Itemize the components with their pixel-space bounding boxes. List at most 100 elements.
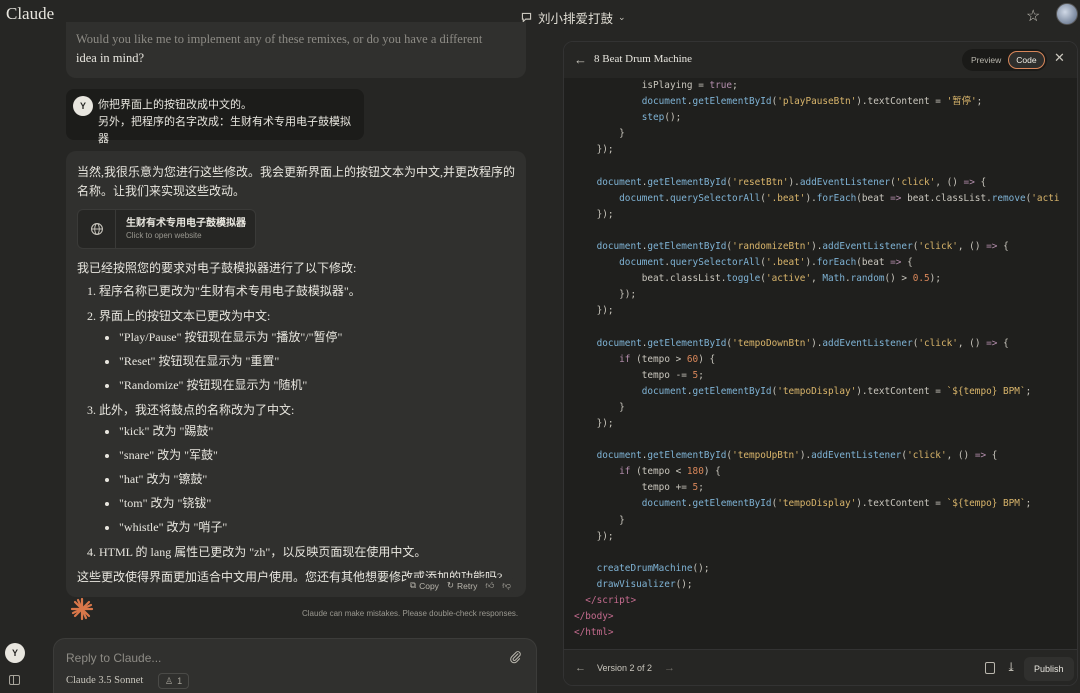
assistant-intro: 当然,我很乐意为您进行这些修改。我会更新界面上的按钮文本为中文,并更改程序的名称… xyxy=(77,165,516,198)
code-line: </script> xyxy=(585,595,637,606)
code-line: document.getElementById('tempoDisplay').… xyxy=(641,385,1032,397)
artifact-title: 生财有术专用电子鼓模拟器 xyxy=(126,218,246,229)
user-message-line: 你把界面上的按钮改成中文的。 xyxy=(98,99,252,111)
artifact-header: ← 8 Beat Drum Machine Preview Code ✕ xyxy=(564,42,1077,78)
globe-icon xyxy=(78,210,116,248)
disclaimer-text: Claude can make mistakes. Please double-… xyxy=(302,609,519,618)
code-line: </body> xyxy=(574,611,614,623)
composer: Reply to Claude... Claude 3.5 Sonnet ♙ 1 xyxy=(53,638,537,693)
code-line: document.querySelectorAll('.beat').forEa… xyxy=(619,257,913,269)
assistant-message: 当然,我很乐意为您进行这些修改。我会更新界面上的按钮文本为中文,并更改程序的名称… xyxy=(66,151,526,597)
list-item: 界面上的按钮文本已更改为中文: "Play/Pause" 按钮现在显示为 "播放… xyxy=(99,307,515,395)
version-label: Version 2 of 2 xyxy=(597,663,653,673)
chat-title-text: 刘小排爱打鼓 xyxy=(538,12,614,26)
list-item: 程序名称已更改为"生财有术专用电子鼓模拟器"。 xyxy=(99,282,515,301)
list-item-text: 界面上的按钮文本已更改为中文: xyxy=(99,309,271,323)
sub-list-item: "whistle" 改为 "哨子" xyxy=(119,518,515,537)
back-arrow-icon[interactable]: ← xyxy=(574,52,587,68)
retry-icon: ↻ xyxy=(446,580,455,590)
code-line: drawVisualizer(); xyxy=(596,578,693,590)
message-text: idea in mind? xyxy=(76,51,145,65)
code-line: }); xyxy=(574,530,614,542)
model-selector[interactable]: Claude 3.5 Sonnet xyxy=(66,675,143,686)
code-line: document.querySelectorAll('.beat').forEa… xyxy=(619,192,1060,204)
tab-code[interactable]: Code xyxy=(1008,51,1045,69)
code-line: document.getElementById('tempoDownBtn').… xyxy=(596,337,1009,349)
code-line: }); xyxy=(574,289,637,301)
thumbs-down-icon[interactable]: 👎︎ xyxy=(502,580,511,591)
claude-spark-icon xyxy=(70,597,94,621)
style-badge[interactable]: ♙ 1 xyxy=(158,673,190,689)
artifact-footer: ← Version 2 of 2 → ⤓ Publish xyxy=(564,649,1077,685)
code-line: document.getElementById('tempoUpBtn').ad… xyxy=(596,450,998,462)
list-item: HTML 的 lang 属性已更改为 "zh"，以反映页面现在使用中文。 xyxy=(99,543,515,562)
sub-list-item: "kick" 改为 "踢鼓" xyxy=(119,422,515,441)
thumbs-up-icon[interactable]: 👍︎ xyxy=(485,580,494,591)
copy-label: Copy xyxy=(419,580,439,591)
code-line: tempo += 5; xyxy=(574,482,704,494)
code-line: isPlaying = true; xyxy=(641,80,738,91)
sub-list-item: "tom" 改为 "铙钹" xyxy=(119,494,515,513)
code-line: document.getElementById('playPauseBtn').… xyxy=(641,96,983,108)
user-avatar: Y xyxy=(73,96,93,116)
reply-input[interactable]: Reply to Claude... xyxy=(66,651,161,665)
change-list: 程序名称已更改为"生财有术专用电子鼓模拟器"。 界面上的按钮文本已更改为中文: … xyxy=(77,282,515,562)
code-line: }); xyxy=(574,144,614,156)
code-line: }); xyxy=(574,417,614,429)
next-version-arrow-icon[interactable]: → xyxy=(664,662,675,674)
code-line: } xyxy=(574,514,625,526)
code-line: document.getElementById('randomizeBtn').… xyxy=(596,240,1009,252)
copy-button[interactable]: ⧉ Copy xyxy=(410,580,439,591)
code-line: }); xyxy=(574,208,614,220)
artifact-card[interactable]: 生财有术专用电子鼓模拟器 Click to open website xyxy=(77,209,256,249)
close-icon[interactable]: ✕ xyxy=(1054,50,1065,66)
previous-version-arrow-icon[interactable]: ← xyxy=(575,662,586,674)
user-message: Y 你把界面上的按钮改成中文的。 另外，把程序的名字改成：生财有术专用电子鼓模拟… xyxy=(66,89,364,145)
user-message-line: 另外，把程序的名字改成：生财有术专用电子鼓模拟器 xyxy=(98,116,351,145)
artifact-panel-title: 8 Beat Drum Machine xyxy=(594,53,693,65)
sidebar-avatar[interactable]: Y xyxy=(5,643,25,663)
code-line: beat.classList.toggle('active', Math.ran… xyxy=(574,273,941,285)
sidebar-toggle-icon[interactable] xyxy=(9,675,20,685)
publish-button[interactable]: Publish xyxy=(1024,657,1074,681)
chat-title-dropdown[interactable]: 刘小排爱打鼓 ⌄ xyxy=(520,8,626,27)
list-item-text: 程序名称已更改为"生财有术专用电子鼓模拟器"。 xyxy=(99,284,361,298)
download-icon[interactable]: ⤓ xyxy=(1006,660,1016,675)
list-item-text: 此外，我还将鼓点的名称改为了中文: xyxy=(99,403,295,417)
artifact-subtitle: Click to open website xyxy=(126,231,202,240)
code-line: } xyxy=(574,401,625,413)
sub-list-item: "hat" 改为 "镲鼓" xyxy=(119,470,515,489)
list-item-text: HTML 的 lang 属性已更改为 "zh"，以反映页面现在使用中文。 xyxy=(99,545,427,559)
view-toggle: Preview Code xyxy=(962,49,1047,71)
sub-list-item: "Randomize" 按钮现在显示为 "随机" xyxy=(119,376,515,395)
sub-list-item: "snare" 改为 "军鼓" xyxy=(119,446,515,465)
user-avatar[interactable] xyxy=(1056,3,1078,25)
code-line: if (tempo > 60) { xyxy=(619,353,716,365)
sub-list-item: "Play/Pause" 按钮现在显示为 "播放"/"暂停" xyxy=(119,328,515,347)
list-item: 此外，我还将鼓点的名称改为了中文: "kick" 改为 "踢鼓" "snare"… xyxy=(99,401,515,537)
badge-count: 1 xyxy=(177,676,183,686)
retry-button[interactable]: ↻ Retry xyxy=(447,580,477,591)
assistant-summary: 我已经按照您的要求对电子鼓模拟器进行了以下修改: xyxy=(77,261,357,275)
code-line: step(); xyxy=(641,112,682,124)
star-icon[interactable]: ☆ xyxy=(1026,6,1040,26)
copy-code-icon[interactable] xyxy=(985,662,995,674)
code-line: }); xyxy=(574,305,614,317)
message-text: Would you like me to implement any of th… xyxy=(76,32,483,46)
app-brand[interactable]: Claude xyxy=(6,4,54,24)
artifact-panel: ← 8 Beat Drum Machine Preview Code ✕ isP… xyxy=(563,41,1078,686)
code-line: } xyxy=(574,128,625,140)
code-line: </html> xyxy=(574,627,614,639)
code-line: if (tempo < 180) { xyxy=(619,466,721,478)
code-line: tempo -= 5; xyxy=(574,369,704,381)
code-editor[interactable]: isPlaying = true; document.getElementByI… xyxy=(564,78,1077,648)
copy-icon: ⧉ xyxy=(410,580,417,590)
paperclip-icon[interactable] xyxy=(509,650,522,669)
code-line: document.getElementById('tempoDisplay').… xyxy=(641,498,1032,510)
tab-preview[interactable]: Preview xyxy=(964,52,1008,68)
